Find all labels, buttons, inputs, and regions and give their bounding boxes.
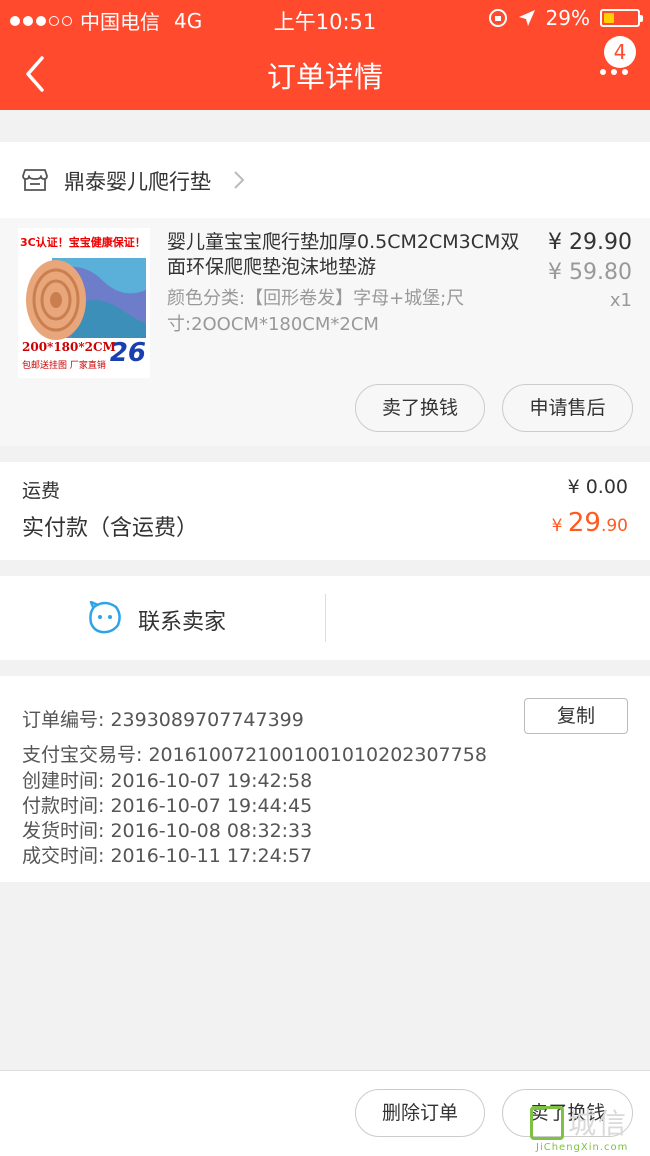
product-sku: 颜色分类:【回形卷发】字母+城堡;尺寸:2OOCM*180CM*2CM [167,288,465,335]
shipping-label: 运费 [22,480,61,502]
thumbnail-banner-text: 3C认证！宝宝健康保证！ [20,236,146,249]
paid-symbol: ¥ [551,516,563,536]
status-right: 29% [488,6,643,30]
watermark-url: JiChengXin.com [536,1142,629,1153]
more-icon[interactable] [600,69,628,75]
product-thumbnail[interactable]: 3C认证！宝宝健康保证！ 200*180*2CM 包邮送挂图 厂家直销 26 [18,228,150,378]
shipped-time-row: 发货时间: 2016-10-08 08:32:33 [22,820,313,842]
sell-button[interactable]: 卖了换钱 [355,384,485,432]
fee-section: 运费 ¥ 0.00 实付款（含运费） ¥ 29.90 [0,462,650,560]
paid-label: 实付款（含运费） [22,516,199,541]
watermark-text: 城信 [568,1107,629,1140]
thumbnail-price: 26 [109,338,146,368]
location-icon [518,10,535,26]
thumbnail-dimensions: 200*180*2CM [22,340,116,354]
copy-button[interactable]: 复制 [524,698,628,734]
contact-seller-button[interactable]: 联系卖家 [138,604,226,636]
chevron-right-icon [234,171,245,189]
created-time-row: 创建时间: 2016-10-07 19:42:58 [22,770,313,792]
product-quantity: x1 [609,290,632,311]
delete-order-button[interactable]: 删除订单 [355,1089,485,1137]
paid-int: 29 [567,508,601,538]
order-number-row: 订单编号: 2393089707747399 [22,709,304,731]
battery-percent: 29% [545,6,590,30]
paid-time-row: 付款时间: 2016-10-07 19:44:45 [22,795,313,817]
battery-icon [600,9,643,27]
alipay-number-row: 支付宝交易号: 2016100721001001010202307758 [22,744,487,766]
shop-name: 鼎泰婴儿爬行垫 [64,170,211,194]
aftersale-button[interactable]: 申请售后 [502,384,633,432]
divider [325,594,326,642]
order-info: 订单编号: 2393089707747399 复制 支付宝交易号: 201610… [0,676,650,882]
product-title: 婴儿童宝宝爬行垫加厚0.5CM2CM3CM双面环保爬爬垫泡沫地垫游 [167,231,520,278]
chat-bubble-icon[interactable] [88,601,122,635]
status-bar: 中国电信 4G 上午10:51 29% [0,0,650,36]
play-mat-image [26,258,146,340]
rotation-lock-icon [488,9,507,27]
thumbnail-subtext: 包邮送挂图 厂家直销 [22,361,106,371]
paid-amount: ¥ 29.90 [552,508,628,538]
product-price: ¥ 29.90 [548,230,632,255]
paid-dec: .90 [600,516,628,536]
contact-section: 联系卖家 [0,576,650,660]
nav-bar: 订单详情 4 [0,36,650,110]
product-item[interactable]: 3C认证！宝宝健康保证！ 200*180*2CM 包邮送挂图 厂家直销 26 婴… [0,218,650,446]
store-icon [22,169,48,191]
completed-time-row: 成交时间: 2016-10-11 17:24:57 [22,845,313,867]
notification-badge: 4 [604,36,636,68]
watermark-box-icon [530,1106,564,1140]
watermark-logo: 城信 JiChengXin.com [528,1100,646,1154]
page-title: 订单详情 [266,60,383,94]
shipping-value: ¥ 0.00 [567,476,628,498]
shop-row[interactable]: 鼎泰婴儿爬行垫 [0,142,650,218]
product-original-price: ¥ 59.80 [548,260,632,285]
